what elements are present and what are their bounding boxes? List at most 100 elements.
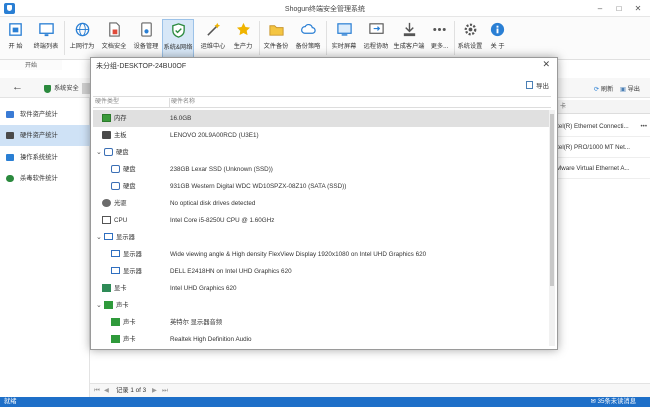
ram-icon	[102, 114, 111, 122]
export-button[interactable]: ▣ 导出	[620, 84, 640, 93]
disk-icon	[104, 148, 113, 156]
ribbon-terminal-list-button[interactable]: 终端列表	[31, 19, 61, 58]
ribbon-system-network-button[interactable]: 系统&网络	[162, 19, 194, 58]
ribbon-ops-center-button[interactable]: 运维中心	[197, 19, 229, 58]
sidebar-item-hardware-stats[interactable]: 硬件资产统计	[0, 125, 90, 146]
table-row[interactable]: Intel(R) Ethernet Connecti... •••	[552, 116, 650, 137]
refresh-button[interactable]: ⟳ 刷新	[594, 84, 613, 93]
ribbon-generate-client-button[interactable]: 生成客户端	[392, 19, 426, 58]
ribbon-divider	[64, 21, 65, 55]
ribbon-device-management-button[interactable]: 设备管理	[131, 19, 161, 58]
hardware-name: No optical disk drives detected	[170, 200, 256, 207]
dialog-export-button[interactable]: 导出	[526, 80, 549, 90]
ribbon-live-screen-button[interactable]: 实时屏幕	[329, 19, 359, 58]
ribbon-about-button[interactable]: 关 于	[485, 19, 510, 58]
export-icon: ▣	[620, 86, 626, 93]
maximize-button[interactable]: □	[613, 3, 625, 14]
table-row[interactable]: VMware Virtual Ethernet A...	[552, 158, 650, 179]
hardware-row[interactable]: 硬盘 931GB Western Digital WDC WD10SPZX-08Z…	[93, 178, 549, 195]
column-header-type[interactable]: 硬件类型	[95, 97, 119, 108]
dialog-title: 未分组-DESKTOP-24BU0OF	[96, 63, 187, 70]
refresh-icon: ⟳	[594, 86, 600, 93]
hardware-type: 显示器	[116, 234, 135, 241]
ribbon-label: 文档安全	[101, 43, 127, 50]
sidebar-item-software-stats[interactable]: 软件资产统计	[0, 104, 90, 125]
gear-icon	[464, 23, 476, 36]
scrollbar-thumb[interactable]	[550, 114, 554, 286]
collapse-chevron-icon[interactable]: ⌄	[96, 297, 102, 314]
prev-page-icon[interactable]: ◀	[104, 384, 109, 398]
ribbon-remote-assist-button[interactable]: 远程协助	[361, 19, 391, 58]
board-icon	[102, 131, 111, 139]
hardware-row[interactable]: CPU Intel Core i5-8250U CPU @ 1.60GHz	[93, 212, 549, 229]
hardware-name: 16.0GB	[170, 115, 192, 122]
background-column-header: 卡	[552, 100, 650, 114]
sidebar: 软件资产统计 硬件资产统计 操作系统统计 杀毒软件统计	[0, 98, 90, 397]
disk-icon	[111, 182, 120, 190]
table-cell: Intel(R) Ethernet Connecti...	[552, 123, 629, 130]
ribbon-document-security-button[interactable]: 文档安全	[99, 19, 129, 58]
unread-count-text: 35条未读消息	[597, 398, 637, 405]
optical-icon	[102, 199, 111, 207]
first-page-icon[interactable]: ⏮	[94, 384, 100, 398]
hardware-row[interactable]: 声卡 英特尔 显示器音频	[93, 314, 549, 331]
minimize-button[interactable]: –	[594, 3, 606, 14]
more-icon[interactable]: •••	[641, 116, 648, 136]
hardware-row[interactable]: 内存 16.0GB	[93, 110, 549, 127]
last-page-icon[interactable]: ⏭	[162, 384, 168, 398]
sidebar-item-antivirus-stats[interactable]: 杀毒软件统计	[0, 168, 90, 189]
hardware-row[interactable]: 声卡 Realtek High Definition Audio	[93, 331, 549, 346]
next-page-icon[interactable]: ▶	[152, 384, 157, 398]
ribbon-label: 设备管理	[133, 43, 159, 50]
table-header: 硬件类型 硬件名称	[93, 96, 551, 108]
table-row[interactable]: Intel(R) PRO/1000 MT Net...	[552, 137, 650, 158]
ribbon-productivity-button[interactable]: 生产力	[230, 19, 256, 58]
hardware-name: DELL E2418HN on Intel UHD Graphics 620	[170, 268, 292, 275]
column-divider[interactable]	[169, 98, 170, 107]
hardware-type: 硬盘	[123, 183, 136, 190]
hardware-row[interactable]: 主板 LENOVO 20L9A00RCD (U3E1)	[93, 127, 549, 144]
ribbon-label: 关 于	[490, 43, 505, 50]
unread-messages[interactable]: ✉ 35条未读消息	[590, 397, 636, 407]
hardware-row[interactable]: 硬盘 238GB Lexar SSD (Unknown (SSD))	[93, 161, 549, 178]
cloud-icon	[300, 23, 316, 34]
ribbon-start-button[interactable]: 开 始	[2, 19, 29, 58]
close-window-button[interactable]: ✕	[632, 3, 644, 14]
sidebar-item-label: 操作系统统计	[20, 154, 58, 161]
column-header-name[interactable]: 硬件名称	[171, 97, 195, 108]
scrollbar[interactable]	[549, 110, 555, 346]
hardware-row[interactable]: 显示器 Wide viewing angle & High density Fle…	[93, 246, 549, 263]
hardware-row[interactable]: 光驱 No optical disk drives detected	[93, 195, 549, 212]
folder-icon	[268, 25, 284, 36]
pager-text: 记录 1 of 3	[116, 387, 147, 394]
tree-group-row[interactable]: ⌄ 硬盘	[93, 144, 549, 161]
ribbon-web-behavior-button[interactable]: 上网行为	[67, 19, 97, 58]
ribbon-file-backup-button[interactable]: 文件备份	[261, 19, 291, 58]
globe-icon	[75, 22, 89, 37]
back-arrow-icon[interactable]: ←	[12, 81, 23, 93]
mon-icon	[111, 250, 120, 257]
collapse-chevron-icon[interactable]: ⌄	[96, 229, 102, 246]
collapse-chevron-icon[interactable]: ⌄	[96, 144, 102, 161]
tab-system-security[interactable]: 系统安全	[44, 82, 79, 95]
hardware-name: 931GB Western Digital WDC WD10SPZX-08Z10…	[170, 183, 347, 190]
ribbon-backup-policy-button[interactable]: 备份策略	[293, 19, 323, 58]
ribbon-more-button[interactable]: 更多...	[427, 19, 452, 58]
close-dialog-button[interactable]: ✕	[542, 59, 550, 70]
tab-label: 系统安全	[54, 85, 79, 92]
ribbon-divider	[326, 21, 327, 55]
hardware-type: 光驱	[114, 200, 127, 207]
ribbon-label: 更多...	[430, 43, 449, 50]
hardware-icon	[6, 132, 14, 139]
document-icon	[108, 22, 120, 37]
mail-icon: ✉	[590, 398, 596, 405]
hardware-row[interactable]: 显示器 DELL E2418HN on Intel UHD Graphics 62…	[93, 263, 549, 280]
hardware-row[interactable]: 显卡 Intel UHD Graphics 620	[93, 280, 549, 297]
sidebar-item-os-stats[interactable]: 操作系统统计	[0, 147, 90, 168]
home-icon	[9, 23, 22, 36]
hardware-type: 显卡	[114, 285, 127, 292]
ribbon-settings-button[interactable]: 系统设置	[456, 19, 484, 58]
tree-group-row[interactable]: ⌄ 声卡	[93, 297, 549, 314]
hardware-name: 英特尔 显示器音频	[170, 319, 223, 326]
tree-group-row[interactable]: ⌄ 显示器	[93, 229, 549, 246]
